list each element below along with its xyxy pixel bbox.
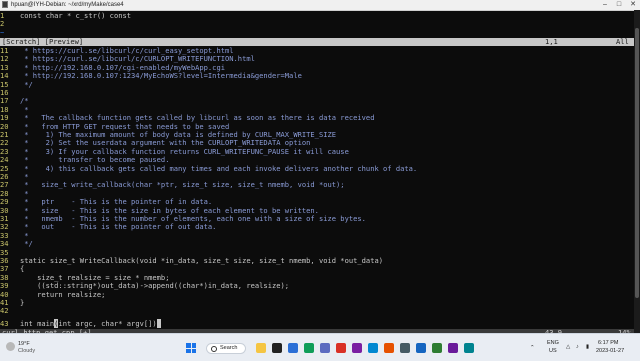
app-icon[interactable]: [448, 343, 458, 353]
scratch-status-pos: 1,1: [545, 37, 558, 46]
search-label: Search: [220, 345, 238, 351]
vim-editor[interactable]: 1 const char * c_str() const 2 ~ [Scratch] […: [0, 10, 634, 333]
minimize-button[interactable]: –: [598, 0, 612, 10]
terminal-icon[interactable]: [272, 343, 282, 353]
line-text: * 4) this callback gets called many time…: [20, 163, 418, 173]
lang-ime-2[interactable]: US: [549, 348, 557, 354]
battery-icon[interactable]: ▮: [586, 344, 589, 350]
wifi-icon[interactable]: △: [566, 344, 570, 350]
scratch-status-right: All: [616, 37, 629, 46]
clock-time[interactable]: 6:17 PM: [598, 340, 618, 346]
teams-icon[interactable]: [320, 343, 330, 353]
settings-icon[interactable]: [400, 343, 410, 353]
maximize-button[interactable]: □: [612, 0, 626, 10]
line-text: */: [20, 239, 33, 249]
code-line[interactable]: 43 int main(int argc, char* argv[]): [0, 318, 161, 328]
mail-icon[interactable]: [336, 343, 346, 353]
start-windows-icon[interactable]: [186, 343, 196, 353]
store-icon[interactable]: [288, 343, 298, 353]
code-editor-icon[interactable]: [368, 343, 378, 353]
edge-browser-icon[interactable]: [304, 343, 314, 353]
file-explorer-icon[interactable]: [256, 343, 266, 353]
line-number: 42: [0, 306, 9, 316]
media-icon[interactable]: [352, 343, 362, 353]
line-text: */: [20, 79, 33, 89]
weather-desc: Cloudy: [18, 348, 36, 354]
close-button[interactable]: ✕: [626, 0, 640, 10]
code-line[interactable]: 25 * 4) this callback gets called many t…: [0, 163, 418, 173]
lang-ime-1[interactable]: ENG: [547, 340, 559, 346]
tray-chevron-icon[interactable]: ⌃: [530, 345, 535, 351]
line-text: * size_t write_callback(char *ptr, size_…: [20, 180, 345, 190]
code-line[interactable]: 1 const char * c_str() const: [0, 11, 132, 20]
code-line[interactable]: 14 * http://192.168.0.107:1234/MyEchoWS?…: [0, 71, 302, 81]
cloudy-weather-icon: [6, 342, 15, 351]
line-text: const char * c_str() const: [20, 11, 132, 20]
photos-icon[interactable]: [464, 343, 474, 353]
code-line[interactable]: 42: [0, 306, 20, 316]
terminal-app-icon: [2, 1, 8, 8]
clock-date[interactable]: 2023-01-27: [596, 348, 624, 354]
line-number: 43: [0, 318, 9, 328]
windows-taskbar: 19°F Cloudy Search ⌃ ENG US △ ♪ ▮ 6:17 P…: [0, 333, 640, 361]
code-line[interactable]: 32 * out - This is the pointer of out da…: [0, 222, 217, 232]
taskbar-search-box[interactable]: Search: [206, 343, 246, 354]
code-line[interactable]: 36 static size_t WriteCallback(void *in_d…: [0, 256, 384, 265]
code-line[interactable]: 40 return realsize;: [0, 289, 106, 299]
empty-line-marker: ~: [0, 27, 5, 37]
line-text: int main: [20, 318, 55, 328]
code-line[interactable]: 27 * size_t write_callback(char *ptr, si…: [0, 180, 345, 190]
line-text: * out - This is the pointer of out data.: [20, 222, 217, 232]
line-text: static size_t WriteCallback(void *in_dat…: [20, 256, 384, 265]
line-text: }: [20, 298, 25, 307]
weather-temp[interactable]: 19°F: [18, 341, 30, 347]
window-title: hpuan@IYH-Debian: ~/xrd/myMake/case4: [11, 2, 124, 8]
line-text: return realsize;: [20, 289, 106, 299]
scrollbar-thumb[interactable]: [635, 28, 639, 298]
search-icon: [211, 346, 217, 352]
line-text: * http://192.168.0.107:1234/MyEchoWS?lev…: [20, 71, 302, 81]
word-icon[interactable]: [416, 343, 426, 353]
firefox-icon[interactable]: [384, 343, 394, 353]
text-cursor-end: [156, 318, 161, 328]
line-text-tail: int argc, char* argv[]): [58, 318, 157, 328]
chrome-icon[interactable]: [432, 343, 442, 353]
volume-icon[interactable]: ♪: [576, 344, 579, 350]
